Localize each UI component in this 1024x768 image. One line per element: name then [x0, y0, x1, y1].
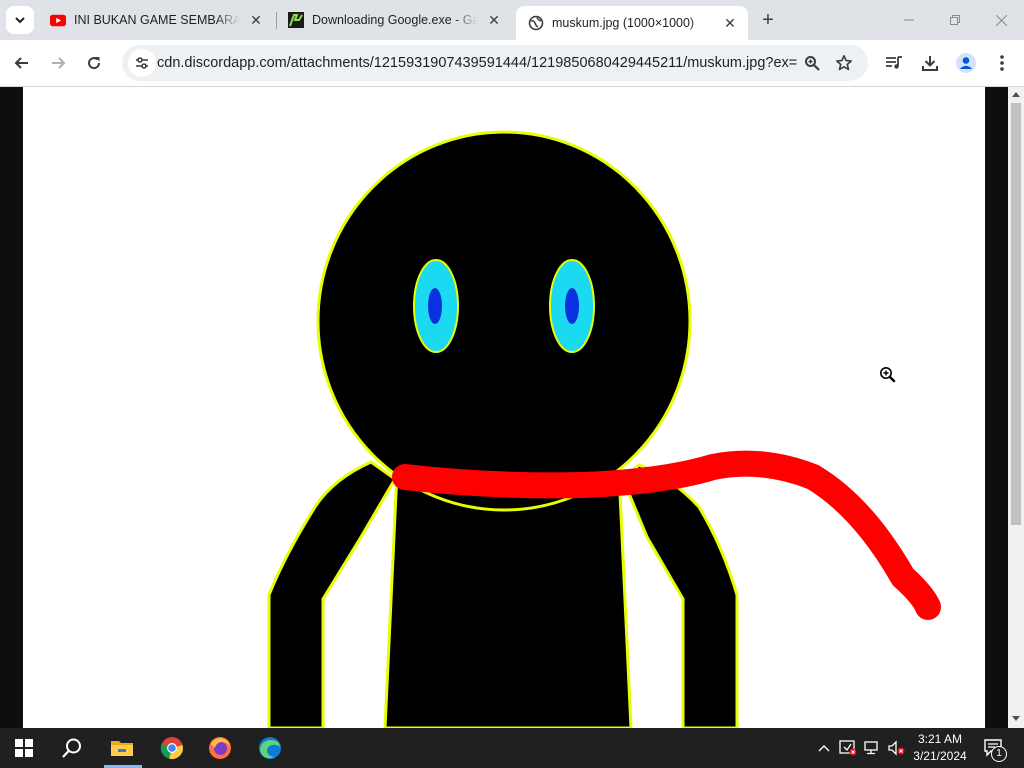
tab-title: muskum.jpg (1000×1000) — [552, 16, 695, 30]
bookmark-button[interactable] — [832, 51, 856, 75]
back-button[interactable] — [8, 49, 36, 77]
download-icon — [922, 56, 938, 71]
new-tab-button[interactable]: + — [756, 8, 780, 32]
game-site-icon — [288, 12, 304, 28]
search-button[interactable] — [48, 728, 96, 768]
close-icon[interactable]: ✕ — [484, 10, 504, 30]
reload-icon — [88, 57, 101, 70]
close-icon — [995, 14, 1007, 26]
downloads-button[interactable] — [916, 49, 944, 77]
url-text[interactable]: cdn.discordapp.com/attachments/121593190… — [157, 55, 797, 71]
taskbar-clock[interactable]: 3:21 AM 3/21/2024 — [908, 731, 972, 765]
edge-button[interactable] — [246, 728, 294, 768]
arrow-left-icon — [14, 57, 28, 69]
youtube-icon — [50, 12, 66, 28]
show-hidden-icons-button[interactable] — [814, 738, 834, 758]
folder-icon — [111, 741, 133, 756]
right-pupil — [565, 288, 579, 324]
chrome-icon — [160, 737, 183, 759]
tab-title: INI BUKAN GAME SEMBARANGAN — [74, 13, 240, 27]
zoom-icon — [805, 56, 820, 71]
notification-count-badge: 1 — [991, 746, 1007, 762]
more-vert-icon — [1000, 55, 1004, 71]
queue-music-icon — [886, 56, 902, 69]
reload-button[interactable] — [80, 49, 108, 77]
close-icon[interactable]: ✕ — [720, 13, 740, 33]
firefox-icon — [209, 737, 231, 759]
restore-icon — [950, 15, 960, 25]
scrollbar-thumb[interactable] — [1011, 103, 1021, 525]
close-window-button[interactable] — [978, 0, 1024, 40]
left-pupil — [428, 288, 442, 324]
figure-head — [316, 130, 692, 512]
tab-strip: INI BUKAN GAME SEMBARANGAN ✕ Downloading… — [0, 0, 1024, 40]
windows-logo-icon — [15, 739, 33, 757]
tab-title: Downloading Google.exe - Game — [312, 13, 478, 27]
media-controls-button[interactable] — [880, 49, 908, 77]
edge-icon — [259, 737, 281, 759]
tab-search-button[interactable] — [6, 6, 34, 34]
volume-button[interactable] — [886, 738, 906, 758]
menu-button[interactable] — [988, 49, 1016, 77]
clock-date: 3/21/2024 — [913, 749, 967, 763]
clock-time: 3:21 AM — [917, 732, 963, 746]
search-icon — [62, 738, 81, 758]
star-icon — [836, 55, 852, 71]
plus-icon: + — [762, 8, 774, 31]
forward-button[interactable] — [44, 49, 72, 77]
browser-toolbar: cdn.discordapp.com/attachments/121593190… — [0, 40, 1024, 86]
profile-button[interactable] — [952, 49, 980, 77]
firefox-button[interactable] — [196, 728, 244, 768]
security-alert-icon — [839, 740, 857, 756]
volume-muted-icon — [888, 740, 905, 756]
image-viewport — [0, 87, 1008, 728]
chevron-up-icon — [818, 745, 830, 752]
stick-figure-drawing — [23, 87, 985, 728]
zoom-button[interactable] — [800, 51, 824, 75]
tab-downloading[interactable]: Downloading Google.exe - Game ✕ — [276, 5, 512, 35]
start-button[interactable] — [0, 728, 48, 768]
address-bar[interactable]: cdn.discordapp.com/attachments/121593190… — [122, 45, 868, 81]
scroll-up-icon[interactable] — [1012, 92, 1020, 97]
displayed-image[interactable] — [23, 87, 985, 728]
close-icon[interactable]: ✕ — [246, 10, 266, 30]
scroll-down-icon[interactable] — [1012, 716, 1020, 721]
tab-youtube[interactable]: INI BUKAN GAME SEMBARANGAN ✕ — [38, 5, 274, 35]
vertical-scrollbar[interactable] — [1008, 87, 1024, 728]
network-icon — [864, 741, 878, 755]
tab-muskum-image[interactable]: muskum.jpg (1000×1000) ✕ — [516, 6, 748, 40]
avatar-icon — [956, 53, 976, 73]
file-explorer-button[interactable] — [98, 728, 146, 768]
windows-taskbar: 3:21 AM 3/21/2024 1 — [0, 728, 1024, 768]
site-info-button[interactable] — [128, 49, 156, 77]
arrow-right-icon — [52, 57, 66, 69]
chevron-down-icon — [15, 17, 25, 24]
system-tray-app-icon[interactable] — [838, 738, 858, 758]
tune-icon — [136, 57, 148, 69]
minimize-button[interactable] — [886, 0, 932, 40]
chrome-button[interactable] — [148, 728, 196, 768]
globe-icon — [528, 15, 544, 31]
restore-button[interactable] — [932, 0, 978, 40]
minimize-icon — [904, 19, 914, 21]
network-button[interactable] — [862, 738, 882, 758]
